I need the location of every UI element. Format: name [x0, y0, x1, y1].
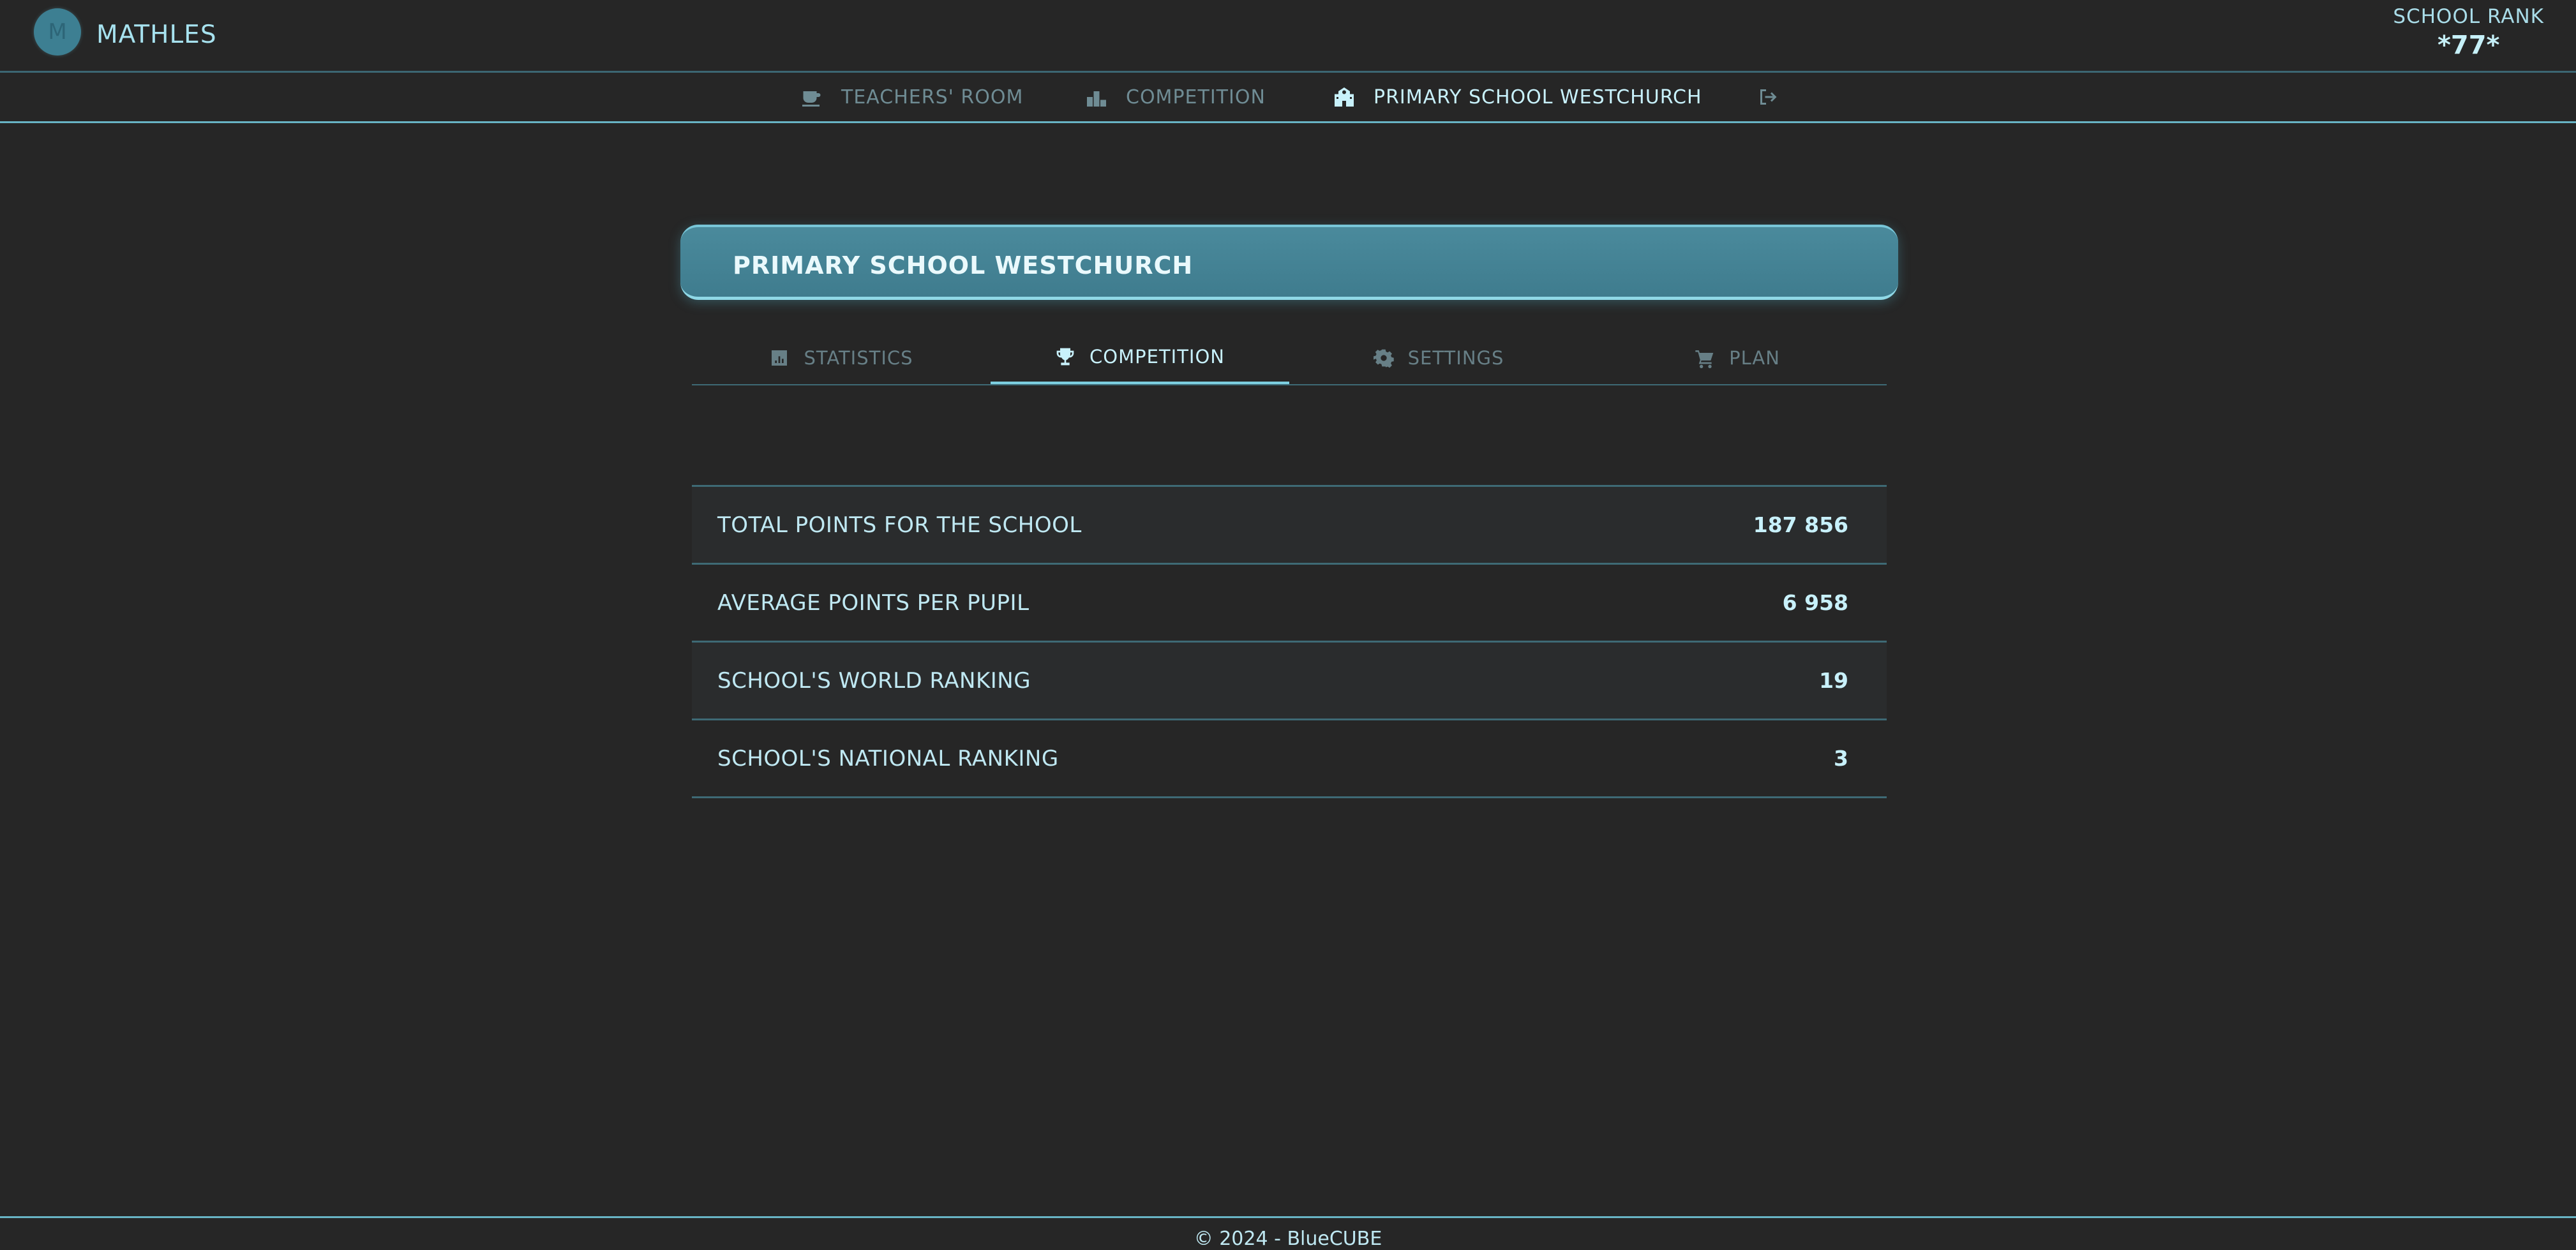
stat-value: 6 958 — [1782, 590, 1848, 615]
stat-value: 19 — [1819, 668, 1848, 693]
nav-logout[interactable] — [1756, 86, 1779, 108]
table-row: SCHOOL'S NATIONAL RANKING 3 — [692, 720, 1887, 798]
tab-statistics-label: STATISTICS — [804, 347, 913, 369]
tab-plan[interactable]: PLAN — [1588, 332, 1887, 384]
nav-teachers-room-label: TEACHERS' ROOM — [841, 86, 1024, 108]
nav-teachers-room[interactable]: TEACHERS' ROOM — [800, 86, 1023, 108]
stat-label: SCHOOL'S WORLD RANKING — [717, 668, 1031, 694]
tab-competition[interactable]: COMPETITION — [991, 332, 1289, 384]
footer-divider — [0, 1216, 2576, 1218]
tab-plan-label: PLAN — [1729, 347, 1780, 369]
school-icon — [1335, 87, 1354, 107]
app-header: M MATHLES SCHOOL RANK *77* — [0, 0, 2576, 73]
cart-icon — [1695, 350, 1714, 368]
stat-label: AVERAGE POINTS PER PUPIL — [717, 590, 1030, 616]
brand-name[interactable]: MATHLES — [96, 20, 217, 49]
tab-statistics[interactable]: STATISTICS — [692, 332, 991, 384]
school-rank: SCHOOL RANK *77* — [2393, 5, 2544, 60]
school-card-header: PRIMARY SCHOOL WESTCHURCH — [680, 225, 1898, 300]
logout-icon — [1760, 89, 1777, 105]
nav-school[interactable]: PRIMARY SCHOOL WESTCHURCH — [1333, 86, 1702, 108]
tab-settings-label: SETTINGS — [1407, 347, 1504, 369]
nav-competition[interactable]: COMPETITION — [1085, 86, 1266, 108]
school-tabs: STATISTICS COMPETITION SETTINGS PLAN — [692, 332, 1887, 385]
school-rank-value: *77* — [2437, 31, 2500, 60]
stat-label: SCHOOL'S NATIONAL RANKING — [717, 746, 1059, 771]
trophy-icon — [1056, 348, 1074, 366]
top-navigation: TEACHERS' ROOM COMPETITION PRIMARY SCHOO… — [0, 73, 2576, 123]
logo-icon[interactable]: M — [34, 8, 81, 56]
nav-competition-label: COMPETITION — [1126, 86, 1266, 108]
school-rank-label: SCHOOL RANK — [2393, 5, 2544, 28]
nav-school-label: PRIMARY SCHOOL WESTCHURCH — [1374, 86, 1702, 108]
tab-settings[interactable]: SETTINGS — [1289, 332, 1588, 384]
competition-stats-table: TOTAL POINTS FOR THE SCHOOL 187 856 AVER… — [692, 485, 1887, 798]
tab-competition-label: COMPETITION — [1090, 346, 1225, 368]
logo-letter: M — [48, 19, 67, 45]
page-title: PRIMARY SCHOOL WESTCHURCH — [733, 251, 1194, 279]
chart-icon — [772, 350, 788, 366]
footer-copyright: © 2024 - BlueCUBE — [1194, 1228, 1382, 1250]
stat-value: 187 856 — [1753, 512, 1848, 537]
table-row: SCHOOL'S WORLD RANKING 19 — [692, 643, 1887, 720]
table-row: AVERAGE POINTS PER PUPIL 6 958 — [692, 565, 1887, 643]
gear-icon — [1373, 349, 1394, 368]
stat-value: 3 — [1834, 746, 1848, 771]
coffee-icon — [802, 91, 821, 107]
podium-icon — [1087, 91, 1106, 107]
table-row: TOTAL POINTS FOR THE SCHOOL 187 856 — [692, 487, 1887, 565]
stat-label: TOTAL POINTS FOR THE SCHOOL — [717, 512, 1082, 538]
